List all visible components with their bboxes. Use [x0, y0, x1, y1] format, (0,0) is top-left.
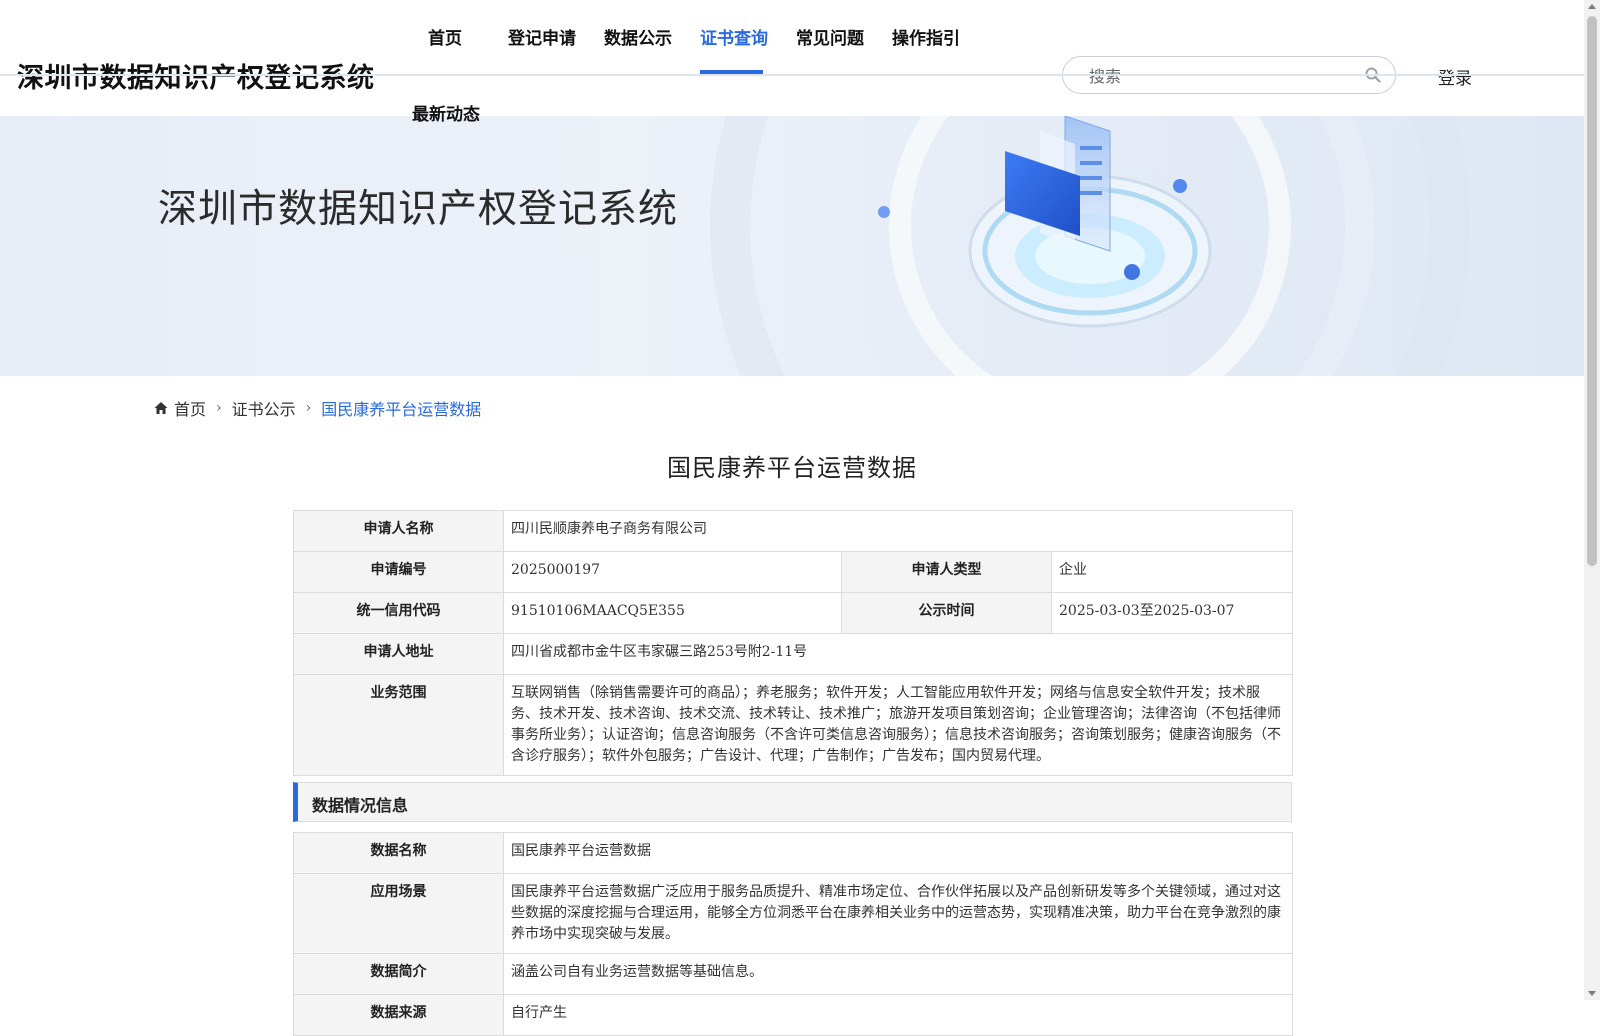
table-row: 数据来源 自行产生 — [293, 994, 1293, 1036]
login-link[interactable]: 登录 — [1438, 64, 1472, 89]
header-divider — [0, 74, 1584, 76]
applicant-info-table: 申请人名称 四川民顺康养电子商务有限公司 申请编号 2025000197 申请人… — [293, 510, 1294, 776]
hero-banner: 深圳市数据知识产权登记系统 — [0, 76, 1584, 376]
nav-guide[interactable]: 操作指引 — [892, 24, 960, 49]
applicant-type-value: 企业 — [1050, 551, 1294, 593]
table-row: 申请编号 2025000197 申请人类型 企业 — [293, 551, 1294, 593]
data-name-value: 国民康养平台运营数据 — [503, 832, 1293, 874]
section-heading: 数据情况信息 — [312, 796, 409, 815]
data-name-label: 数据名称 — [293, 832, 504, 874]
banner-title: 深圳市数据知识产权登记系统 — [158, 187, 679, 232]
application-no-label: 申请编号 — [293, 551, 504, 593]
table-row: 数据简介 涵盖公司自有业务运营数据等基础信息。 — [293, 953, 1293, 995]
breadcrumb: 首页 › 证书公示 › 国民康养平台运营数据 — [154, 396, 481, 420]
table-row: 统一信用代码 91510106MAACQ5E355 公示时间 2025-03-0… — [293, 592, 1294, 634]
applicant-type-label: 申请人类型 — [841, 551, 1052, 593]
scrollbar-thumb[interactable] — [1587, 16, 1597, 566]
applicant-name-value: 四川民顺康养电子商务有限公司 — [502, 510, 1294, 552]
chevron-right-icon: › — [305, 400, 312, 416]
breadcrumb-current: 国民康养平台运营数据 — [321, 400, 482, 419]
address-value: 四川省成都市金牛区韦家碾三路253号附2-11号 — [502, 633, 1294, 675]
nav-home[interactable]: 首页 — [428, 24, 462, 49]
breadcrumb-certificate-publicity[interactable]: 证书公示 — [232, 396, 296, 420]
table-row: 业务范围 互联网销售（除销售需要许可的商品）；养老服务；软件开发；人工智能应用软… — [293, 674, 1294, 776]
nav-register-apply[interactable]: 登记申请 — [508, 24, 576, 49]
business-scope-value: 互联网销售（除销售需要许可的商品）；养老服务；软件开发；人工智能应用软件开发；网… — [502, 674, 1294, 776]
table-row: 数据名称 国民康养平台运营数据 — [293, 832, 1293, 874]
page-title: 国民康养平台运营数据 — [667, 454, 917, 482]
summary-label: 数据简介 — [293, 953, 504, 995]
breadcrumb-home[interactable]: 首页 — [174, 396, 206, 420]
publicity-time-value: 2025-03-03至2025-03-07 — [1050, 592, 1294, 634]
business-scope-label: 业务范围 — [293, 674, 504, 776]
nav-data-publicity[interactable]: 数据公示 — [604, 24, 672, 49]
scenario-label: 应用场景 — [293, 873, 504, 954]
summary-value: 涵盖公司自有业务运营数据等基础信息。 — [503, 953, 1293, 995]
chevron-right-icon: › — [216, 400, 222, 416]
vertical-scrollbar[interactable] — [1584, 0, 1600, 1000]
table-row: 申请人地址 四川省成都市金牛区韦家碾三路253号附2-11号 — [293, 633, 1294, 675]
nav-certificate-query[interactable]: 证书查询 — [700, 24, 768, 49]
address-label: 申请人地址 — [293, 633, 504, 675]
source-value: 自行产生 — [503, 994, 1293, 1036]
applicant-name-label: 申请人名称 — [293, 510, 504, 552]
data-info-table: 数据名称 国民康养平台运营数据 应用场景 国民康养平台运营数据广泛应用于服务品质… — [293, 832, 1293, 1036]
site-header: 深圳市数据知识产权登记系统 首页 登记申请 数据公示 证书查询 常见问题 操作指… — [0, 0, 1584, 125]
data-info-section-header: 数据情况信息 — [293, 782, 1292, 822]
scroll-down-icon[interactable] — [1588, 991, 1596, 996]
nav-latest-news[interactable]: 最新动态 — [412, 100, 480, 125]
home-icon — [154, 402, 168, 414]
source-label: 数据来源 — [293, 994, 504, 1036]
scenario-value: 国民康养平台运营数据广泛应用于服务品质提升、精准市场定位、合作伙伴拓展以及产品创… — [503, 873, 1293, 954]
nav-faq[interactable]: 常见问题 — [796, 24, 864, 49]
credit-code-label: 统一信用代码 — [293, 592, 504, 634]
credit-code-value: 91510106MAACQ5E355 — [503, 592, 842, 634]
table-row: 应用场景 国民康养平台运营数据广泛应用于服务品质提升、精准市场定位、合作伙伴拓展… — [293, 873, 1293, 954]
application-no-value: 2025000197 — [503, 551, 842, 593]
publicity-time-label: 公示时间 — [841, 592, 1052, 634]
scroll-up-icon[interactable] — [1588, 4, 1596, 9]
table-row: 申请人名称 四川民顺康养电子商务有限公司 — [293, 510, 1294, 552]
search-input[interactable] — [1087, 64, 1351, 88]
